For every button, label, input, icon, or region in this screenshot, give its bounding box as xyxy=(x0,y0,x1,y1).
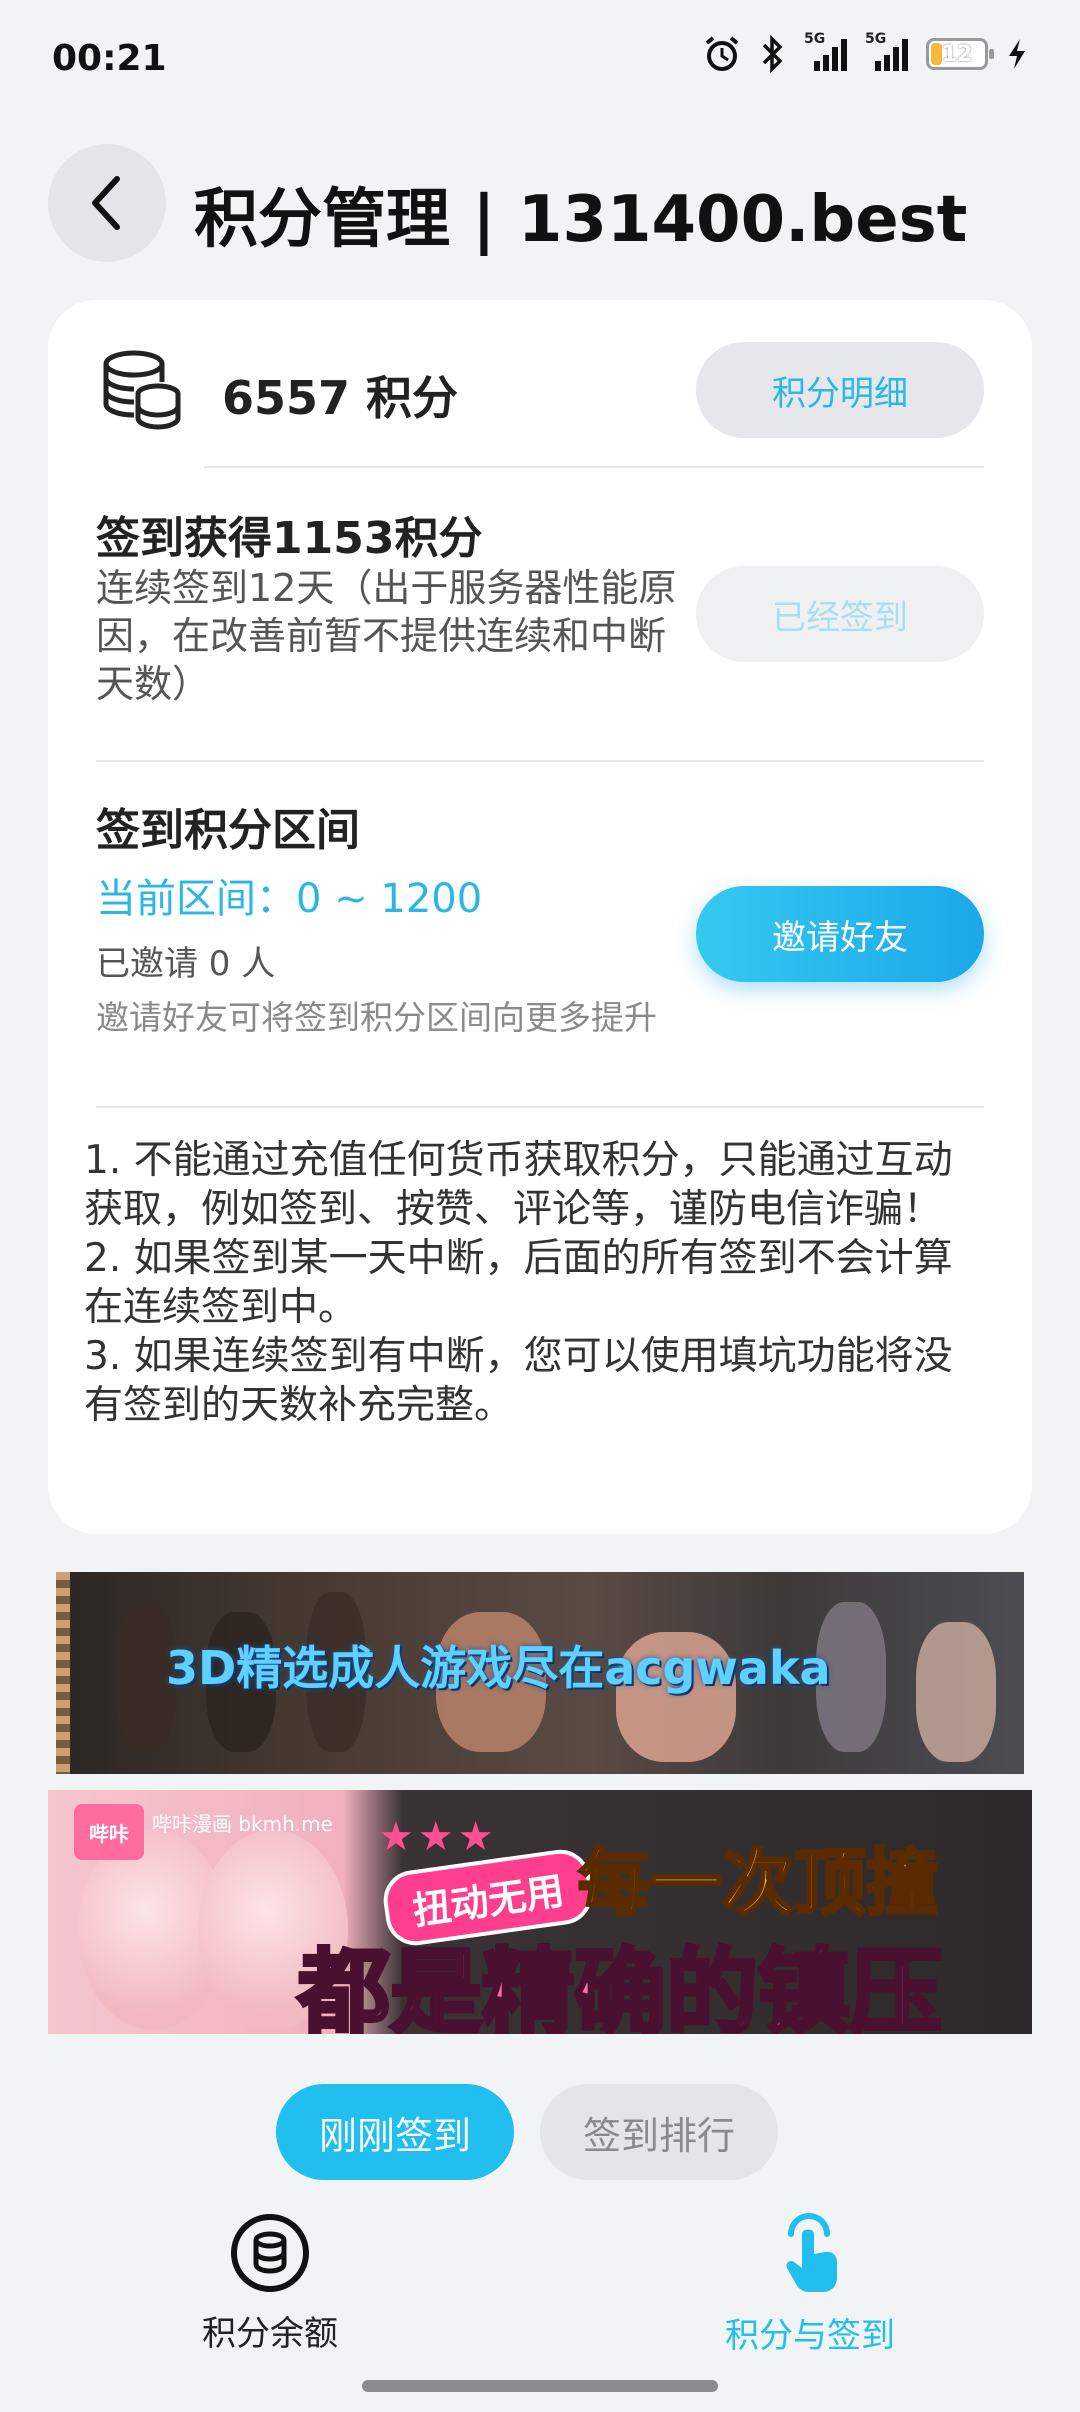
tap-hand-icon xyxy=(786,2213,837,2292)
rule-item: 3. 如果连续签到有中断，您可以使用填坑功能将没有签到的天数补充完整。 xyxy=(84,1334,953,1428)
signal-5g-icon-2: 5G xyxy=(865,31,908,71)
divider xyxy=(96,1106,984,1108)
coin-stack-icon xyxy=(231,2214,309,2292)
tab-recent-checkins[interactable]: 刚刚签到 xyxy=(276,2084,514,2180)
signal-5g-icon: 5G xyxy=(804,31,847,71)
invite-hint: 邀请好友可将签到积分区间向更多提升 xyxy=(96,998,657,1037)
current-range: 当前区间：0 ~ 1200 xyxy=(96,876,483,922)
charging-bolt-icon xyxy=(1009,39,1025,69)
points-balance: 6557 积分 xyxy=(222,371,459,425)
nav-label: 积分与签到 xyxy=(725,2316,895,2356)
banner2-line2: 都是精确的镇压 xyxy=(296,1937,944,2034)
page-title: 积分管理 | 131400.best xyxy=(194,183,968,257)
stars-icon: ★★★ xyxy=(378,1814,498,1860)
invited-count: 已邀请 0 人 xyxy=(96,944,276,984)
banner2-site: 哔咔漫画 bkmh.me xyxy=(152,1812,333,1836)
invite-friends-button[interactable]: 邀请好友 xyxy=(696,886,984,982)
rule-item: 1. 不能通过充值任何货币获取积分，只能通过互动获取，例如签到、按赞、评论等，谨… xyxy=(84,1138,953,1232)
coin-stack-icon xyxy=(103,350,181,430)
ad-banner-1[interactable]: 3D精选成人游戏尽在acgwaka xyxy=(56,1572,1024,1774)
signed-in-button[interactable]: 已经签到 xyxy=(696,566,984,662)
nav-points-checkin[interactable]: 积分与签到 xyxy=(700,2206,920,2357)
home-indicator[interactable] xyxy=(362,2380,718,2392)
chevron-left-icon xyxy=(92,176,120,230)
checkin-title: 签到获得1153积分 xyxy=(96,513,483,564)
nav-points-balance[interactable]: 积分余额 xyxy=(160,2212,380,2355)
banner1-text: 3D精选成人游戏尽在acgwaka xyxy=(166,1641,831,1695)
status-time: 00:21 xyxy=(52,38,167,79)
status-icons: 5G 5G 12 xyxy=(702,31,1028,74)
nav-label: 积分余额 xyxy=(202,2314,338,2354)
battery-icon: 12 xyxy=(926,38,994,70)
banner2-logo: 哔咔 xyxy=(74,1804,144,1860)
points-detail-button[interactable]: 积分明细 xyxy=(696,342,984,438)
banner2-line1: 每一次顶撞 xyxy=(576,1840,939,1927)
divider xyxy=(204,466,984,468)
bluetooth-icon xyxy=(762,35,783,73)
alarm-icon xyxy=(705,36,739,71)
back-button[interactable] xyxy=(48,144,166,262)
rules-list: 1. 不能通过充值任何货币获取积分，只能通过互动获取，例如签到、按赞、评论等，谨… xyxy=(84,1136,984,1430)
divider xyxy=(96,760,984,762)
ad-banner-2[interactable]: 哔咔 哔咔漫画 bkmh.me ★★★ 扭动无用 每一次顶撞 都是精确的镇压 xyxy=(48,1790,1032,2034)
checkin-description: 连续签到12天（出于服务器性能原因，在改善前暂不提供连续和中断天数） xyxy=(96,566,677,706)
tab-checkin-ranking[interactable]: 签到排行 xyxy=(540,2084,778,2180)
rule-item: 2. 如果签到某一天中断，后面的所有签到不会计算在连续签到中。 xyxy=(84,1236,953,1330)
range-title: 签到积分区间 xyxy=(96,805,360,856)
